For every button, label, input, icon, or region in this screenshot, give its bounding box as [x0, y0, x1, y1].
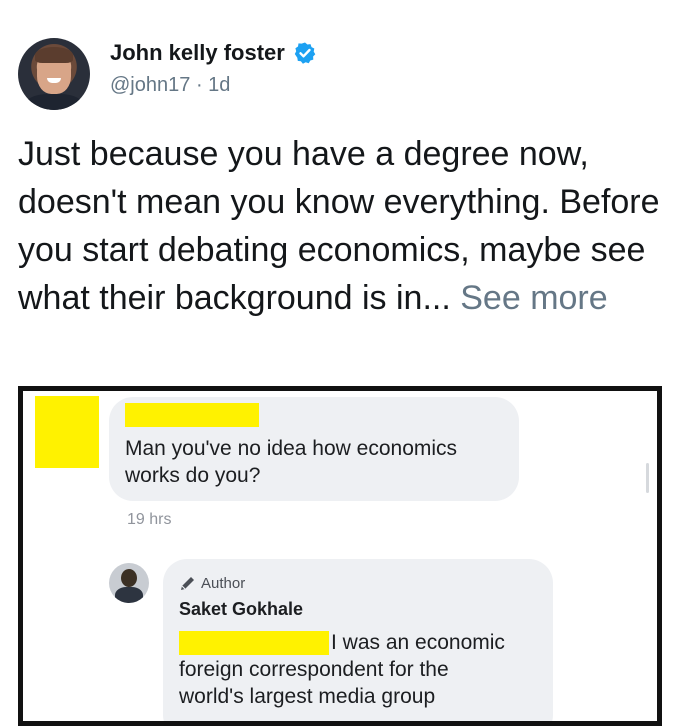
scroll-indicator [646, 463, 649, 493]
handle[interactable]: @john17 [110, 74, 190, 96]
author-avatar-body [115, 587, 143, 603]
reply-bubble: Author Saket Gokhale I was an economic f… [163, 559, 553, 721]
display-name[interactable]: John kelly foster [110, 40, 285, 66]
reply-line-2: foreign correspondent for the [179, 658, 449, 681]
comment-timestamp: 19 hrs [127, 511, 172, 528]
author-badge-label: Author [201, 575, 246, 592]
user-avatar[interactable] [18, 38, 90, 110]
redacted-mention [179, 631, 329, 655]
tweet-text: Just because you have a degree now, does… [18, 130, 688, 322]
embedded-image[interactable]: Man you've no idea how economics works d… [18, 386, 662, 726]
author-avatar[interactable] [109, 563, 149, 603]
redacted-avatar [35, 396, 99, 468]
verified-badge-icon [294, 42, 316, 64]
tweet-meta: @john17 · 1d [110, 74, 230, 97]
reply-author-name[interactable]: Saket Gokhale [179, 599, 303, 620]
author-avatar-head [121, 569, 137, 587]
reply-line-3: world's largest media group [179, 685, 436, 708]
author-badge: Author [179, 575, 245, 592]
comment-bubble: Man you've no idea how economics works d… [109, 397, 519, 501]
name-row: John kelly foster [110, 40, 317, 66]
timestamp[interactable]: 1d [208, 74, 230, 96]
separator: · [195, 74, 203, 96]
avatar-shirt [24, 94, 84, 110]
see-more-link[interactable]: See more [460, 279, 607, 317]
reply-line-1: I was an economic [331, 631, 505, 654]
comment-text: Man you've no idea how economics works d… [125, 437, 458, 487]
redacted-name [125, 403, 259, 427]
pencil-icon [181, 576, 194, 590]
avatar-hair [35, 47, 73, 63]
